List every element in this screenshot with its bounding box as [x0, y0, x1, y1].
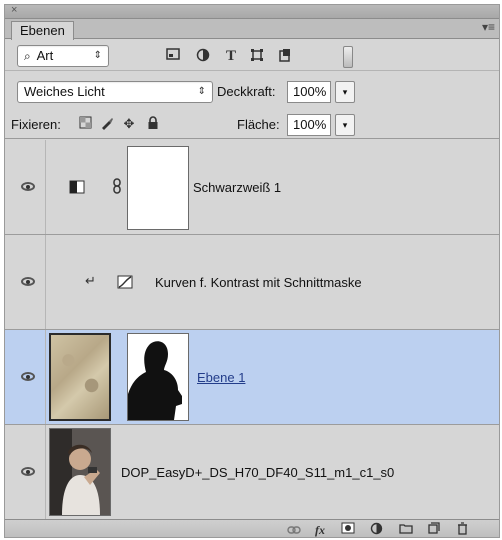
- panel-footer: fx: [5, 519, 499, 537]
- lock-all-icon[interactable]: [145, 116, 161, 132]
- visibility-eye-icon[interactable]: [21, 182, 35, 191]
- adjustment-filter-icon[interactable]: [195, 48, 211, 64]
- texture-layer-thumbnail[interactable]: [49, 333, 111, 421]
- blend-mode-select[interactable]: Weiches Licht ⇕: [17, 81, 213, 103]
- filter-row: ⌕ Art ⇕ T: [5, 41, 499, 71]
- column-divider: [45, 425, 46, 520]
- lock-pixels-icon[interactable]: [99, 116, 115, 132]
- select-arrows-icon: ⇕: [93, 50, 102, 61]
- mask-icon[interactable]: [339, 522, 357, 537]
- trash-icon[interactable]: [453, 522, 471, 537]
- opacity-label: Deckkraft:: [217, 84, 276, 99]
- filter-toggle-switch[interactable]: [343, 46, 353, 68]
- new-layer-icon[interactable]: [425, 522, 443, 537]
- clipping-arrow-icon: ↵: [85, 273, 96, 288]
- adjustment-icon[interactable]: [367, 522, 385, 537]
- visibility-eye-icon[interactable]: [21, 372, 35, 381]
- fill-label: Fläche:: [237, 117, 280, 132]
- opacity-stepper[interactable]: ▾: [335, 81, 355, 103]
- lock-label: Fixieren:: [11, 117, 61, 132]
- blend-mode-value: Weiches Licht: [24, 84, 105, 99]
- group-icon[interactable]: [397, 522, 415, 537]
- layer-name[interactable]: Schwarzweiß 1: [193, 180, 281, 195]
- panel-menu-icon[interactable]: ▾≡: [482, 20, 495, 34]
- layer-row[interactable]: DOP_EasyD+_DS_H70_DF40_S11_m1_c1_s0: [5, 425, 499, 520]
- tab-row: Ebenen ▾≡: [5, 19, 499, 40]
- image-filter-icon[interactable]: [165, 48, 181, 64]
- layers-panel: × Ebenen ▾≡ ⌕ Art ⇕ T Weiches Licht ⇕ De…: [4, 4, 500, 538]
- visibility-eye-icon[interactable]: [21, 467, 35, 476]
- fx-icon[interactable]: fx: [311, 522, 329, 537]
- chain-link-icon[interactable]: [113, 178, 121, 197]
- lock-row: Fixieren: ✥ Fläche: 100% ▾: [5, 111, 499, 139]
- bw-adjustment-icon: [69, 180, 85, 197]
- fill-input[interactable]: 100%: [287, 114, 331, 136]
- column-divider: [45, 235, 46, 329]
- layer-row-selected[interactable]: Ebene 1: [5, 330, 499, 425]
- visibility-eye-icon[interactable]: [21, 277, 35, 286]
- column-divider: [45, 330, 46, 424]
- layers-list: Schwarzweiß 1 ↵ Kurven f. Kontrast mit S…: [5, 140, 499, 520]
- layer-name[interactable]: DOP_EasyD+_DS_H70_DF40_S11_m1_c1_s0: [121, 465, 394, 480]
- fill-stepper[interactable]: ▾: [335, 114, 355, 136]
- link-icon[interactable]: [285, 522, 303, 537]
- layer-row[interactable]: Schwarzweiß 1: [5, 140, 499, 235]
- select-arrows-icon: ⇕: [197, 86, 206, 97]
- shape-filter-icon[interactable]: [249, 48, 265, 64]
- layer-row[interactable]: ↵ Kurven f. Kontrast mit Schnittmaske: [5, 235, 499, 330]
- layer-name[interactable]: Kurven f. Kontrast mit Schnittmaske: [155, 275, 362, 290]
- filter-kind-value: Art: [36, 48, 54, 63]
- silhouette-mask-thumbnail[interactable]: [127, 333, 189, 421]
- search-icon: ⌕: [24, 49, 31, 63]
- lock-position-icon[interactable]: ✥: [121, 116, 137, 132]
- type-filter-icon[interactable]: T: [223, 48, 239, 64]
- tab-ebenen[interactable]: Ebenen: [11, 21, 74, 40]
- column-divider: [45, 140, 46, 234]
- filter-kind-select[interactable]: ⌕ Art ⇕: [17, 45, 109, 67]
- panel-titlebar: ×: [5, 5, 499, 19]
- close-icon[interactable]: ×: [11, 5, 17, 16]
- layer-name[interactable]: Ebene 1: [197, 370, 245, 385]
- photo-layer-thumbnail[interactable]: [49, 428, 111, 516]
- smart-object-filter-icon[interactable]: [277, 48, 293, 64]
- blend-row: Weiches Licht ⇕ Deckkraft: 100% ▾: [5, 79, 499, 107]
- lock-transparency-icon[interactable]: [77, 116, 93, 132]
- opacity-input[interactable]: 100%: [287, 81, 331, 103]
- curves-adjustment-icon: [117, 275, 133, 292]
- layer-mask-thumbnail[interactable]: [127, 146, 189, 230]
